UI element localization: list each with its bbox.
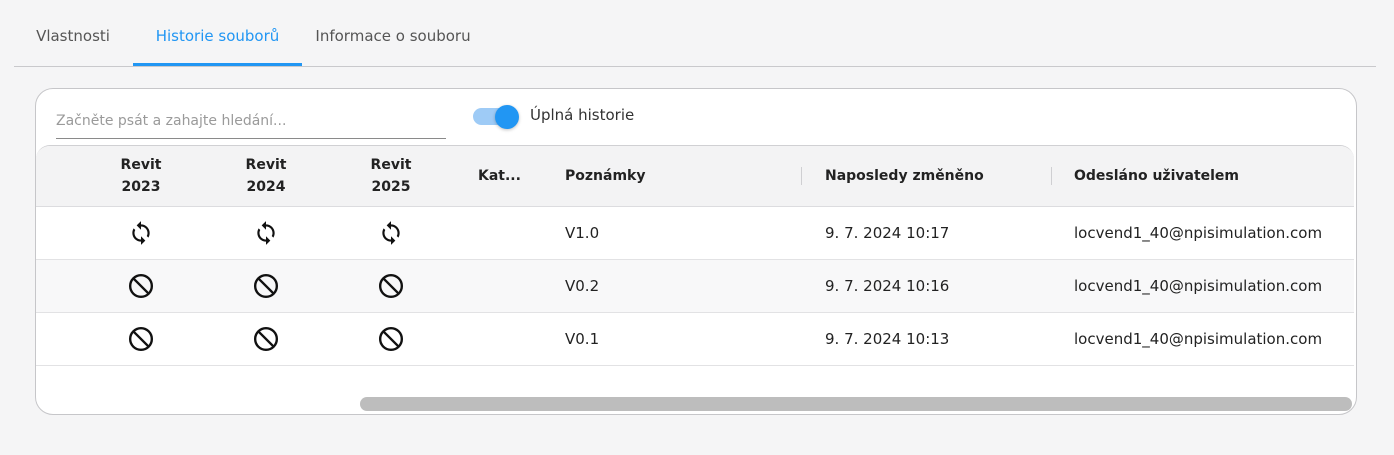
header-label: Revit	[120, 157, 162, 173]
notes-cell: V0.1	[565, 330, 600, 348]
modified-cell: 9. 7. 2024 10:16	[825, 277, 950, 295]
header-revit-2023[interactable]: Revit 2023	[91, 146, 191, 206]
header-label: Revit	[245, 157, 287, 173]
toggle-knob	[495, 105, 519, 129]
table-row[interactable]: V0.1 9. 7. 2024 10:13 locvend1_40@npisim…	[36, 313, 1354, 366]
sent-by-cell: locvend1_40@npisimulation.com	[1074, 277, 1323, 295]
header-revit-2024[interactable]: Revit 2024	[216, 146, 316, 206]
header-sent-by[interactable]: Odesláno uživatelem	[1074, 146, 1344, 206]
sync-icon	[91, 207, 191, 259]
horizontal-scrollbar[interactable]	[360, 397, 1352, 411]
header-category[interactable]: Kat...	[478, 146, 538, 206]
blocked-icon	[91, 260, 191, 312]
category-cell	[478, 207, 538, 259]
table-row[interactable]: V1.0 9. 7. 2024 10:17 locvend1_40@npisim…	[36, 207, 1354, 260]
blocked-icon	[91, 313, 191, 365]
blocked-icon	[341, 313, 441, 365]
history-table: Revit 2023 Revit 2024 Revit 2025 Kat... Poz…	[36, 145, 1354, 414]
category-cell	[478, 313, 538, 365]
sync-icon	[216, 207, 316, 259]
blocked-icon	[216, 260, 316, 312]
notes-cell: V0.2	[565, 277, 600, 295]
blocked-icon	[216, 313, 316, 365]
search-input[interactable]	[56, 103, 446, 139]
tab-file-info[interactable]: Informace o souboru	[302, 0, 484, 66]
header-label: Revit	[370, 157, 412, 173]
column-separator[interactable]	[1051, 167, 1052, 185]
sent-by-cell: locvend1_40@npisimulation.com	[1074, 330, 1323, 348]
full-history-toggle[interactable]	[473, 104, 519, 129]
column-separator[interactable]	[801, 167, 802, 185]
blocked-icon	[341, 260, 441, 312]
sync-icon	[341, 207, 441, 259]
header-label: 2024	[246, 179, 286, 195]
header-label: 2023	[121, 179, 161, 195]
header-notes[interactable]: Poznámky	[565, 146, 795, 206]
sent-by-cell: locvend1_40@npisimulation.com	[1074, 224, 1323, 242]
table-header: Revit 2023 Revit 2024 Revit 2025 Kat... Poz…	[36, 146, 1354, 207]
tab-file-history[interactable]: Historie souborů	[133, 0, 302, 66]
header-label: 2025	[371, 179, 411, 195]
header-last-modified[interactable]: Naposledy změněno	[825, 146, 1045, 206]
modified-cell: 9. 7. 2024 10:13	[825, 330, 950, 348]
tab-properties[interactable]: Vlastnosti	[14, 0, 132, 66]
modified-cell: 9. 7. 2024 10:17	[825, 224, 950, 242]
category-cell	[478, 260, 538, 312]
notes-cell: V1.0	[565, 224, 600, 242]
header-revit-2025[interactable]: Revit 2025	[341, 146, 441, 206]
full-history-label: Úplná historie	[530, 106, 635, 124]
tab-bar: Vlastnosti Historie souborů Informace o …	[14, 0, 1376, 67]
history-panel: Úplná historie Revit 2023 Revit 2024 Revit…	[35, 88, 1357, 415]
table-row[interactable]: V0.2 9. 7. 2024 10:16 locvend1_40@npisim…	[36, 260, 1354, 313]
